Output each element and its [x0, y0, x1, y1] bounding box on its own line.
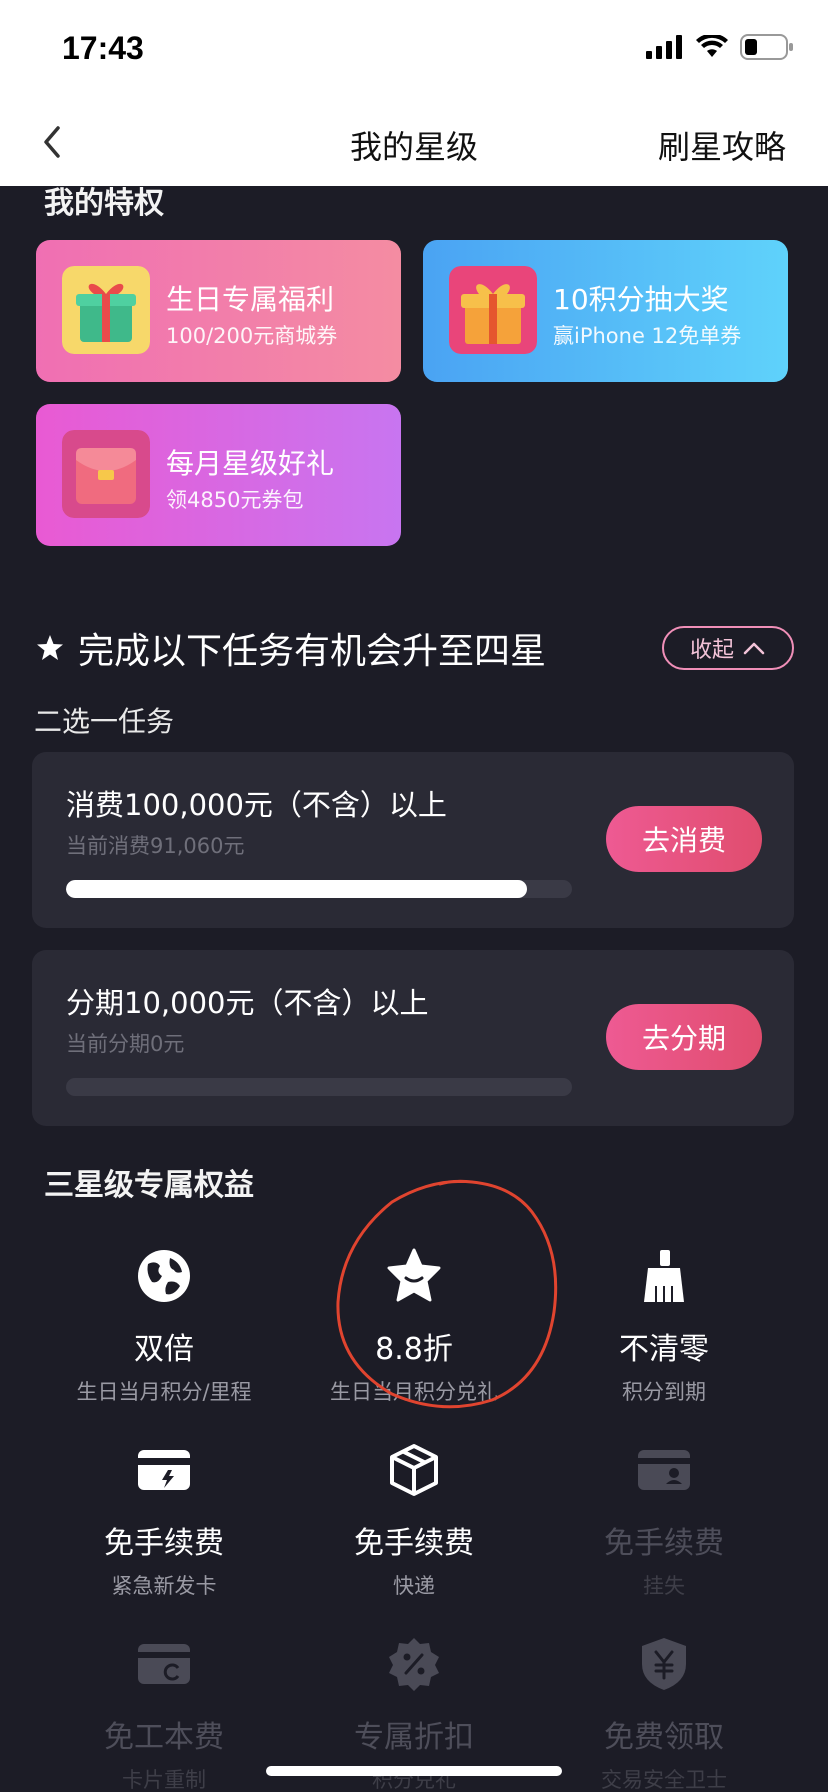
benefit-item[interactable]: 免手续费 紧急新发卡: [34, 1440, 294, 1600]
benefit-desc: 卡片重制: [122, 1768, 206, 1792]
task-progress-bar: [66, 880, 572, 898]
star-icon: [37, 635, 63, 660]
discount-icon: [389, 1638, 439, 1691]
benefit-name: 专属折扣: [354, 1720, 474, 1755]
card-user-icon: [638, 1450, 690, 1490]
benefit-desc: 紧急新发卡: [111, 1574, 217, 1598]
privileges-heading: 我的特权: [44, 186, 164, 221]
benefit-name: 8.8折: [375, 1332, 453, 1367]
card-refresh-icon: [138, 1644, 190, 1684]
benefit-item[interactable]: 免手续费 挂失: [534, 1440, 794, 1600]
task-condition: 消费100,000元（不含）以上: [66, 788, 447, 822]
benefit-desc: 挂失: [643, 1574, 685, 1598]
benefit-item[interactable]: 不清零 积分到期: [534, 1246, 794, 1406]
status-time: 17:43: [62, 30, 144, 66]
collapse-label: 收起: [689, 638, 734, 663]
benefit-name: 双倍: [134, 1332, 194, 1367]
signal-icon: [646, 35, 682, 59]
benefits-heading: 三星级专属权益: [44, 1168, 254, 1203]
home-indicator: [266, 1766, 562, 1776]
task-card: 分期10,000元（不含）以上 当前分期0元 去分期: [32, 950, 794, 1126]
chevron-up-icon: [743, 642, 765, 655]
collapse-button[interactable]: 收起: [662, 626, 794, 670]
benefit-name: 免手续费: [104, 1526, 224, 1561]
task-heading-row: 完成以下任务有机会升至四星: [36, 622, 546, 674]
task-card: 消费100,000元（不含）以上 当前消费91,060元 去消费: [32, 752, 794, 928]
privilege-title: 10积分抽大奖: [553, 283, 729, 316]
task-current: 当前分期0元: [66, 1032, 185, 1056]
benefit-name: 免工本费: [104, 1720, 224, 1755]
benefit-name: 免手续费: [604, 1526, 724, 1561]
privilege-card-lottery[interactable]: 10积分抽大奖 赢iPhone 12免单券: [423, 240, 788, 382]
task-group-label: 二选一任务: [34, 705, 175, 738]
go-spend-button[interactable]: 去消费: [606, 806, 762, 872]
benefit-desc: 快递: [393, 1574, 435, 1598]
benefit-desc: 生日当月积分兑礼: [330, 1380, 498, 1404]
wifi-icon: [696, 35, 728, 57]
privilege-subtitle: 赢iPhone 12免单券: [553, 324, 742, 348]
task-progress-fill: [66, 880, 527, 898]
task-condition: 分期10,000元（不含）以上: [66, 986, 429, 1020]
red-envelope-icon: [62, 430, 150, 518]
star-badge-icon: [387, 1248, 441, 1302]
privilege-title: 每月星级好礼: [166, 447, 335, 480]
benefit-name: 不清零: [619, 1332, 709, 1367]
benefit-desc: 生日当月积分/里程: [76, 1380, 252, 1404]
go-installment-button[interactable]: 去分期: [606, 1004, 762, 1070]
benefit-item[interactable]: 双倍 生日当月积分/里程: [34, 1246, 294, 1406]
shield-yen-icon: [642, 1638, 686, 1690]
benefit-desc: 积分到期: [622, 1380, 706, 1404]
task-heading: 完成以下任务有机会升至四星: [78, 631, 547, 672]
benefit-item[interactable]: 8.8折 生日当月积分兑礼: [284, 1246, 544, 1406]
star-guide-link[interactable]: 刷星攻略: [658, 122, 786, 168]
benefit-item[interactable]: 免工本费 卡片重制: [34, 1634, 294, 1792]
gift-icon: [62, 266, 150, 354]
privilege-subtitle: 100/200元商城券: [166, 324, 338, 348]
giftbox-icon: [449, 266, 537, 354]
package-icon: [390, 1444, 438, 1496]
globe-icon: [138, 1250, 190, 1302]
nav-bar: 我的星级 刷星攻略: [0, 100, 828, 186]
benefit-name: 免费领取: [604, 1720, 724, 1755]
broom-icon: [644, 1250, 684, 1302]
privilege-title: 生日专属福利: [166, 283, 335, 316]
privilege-subtitle: 领4850元券包: [166, 488, 304, 512]
benefit-item[interactable]: 免费领取 交易安全卫士: [534, 1634, 794, 1792]
benefit-name: 免手续费: [354, 1526, 474, 1561]
card-flash-icon: [138, 1450, 190, 1490]
task-current: 当前消费91,060元: [66, 834, 245, 858]
task-progress-bar: [66, 1078, 572, 1096]
battery-icon: [740, 34, 793, 60]
privilege-card-birthday[interactable]: 生日专属福利 100/200元商城券: [36, 240, 401, 382]
privilege-card-monthly[interactable]: 每月星级好礼 领4850元券包: [36, 404, 401, 546]
benefit-item[interactable]: 免手续费 快递: [284, 1440, 544, 1600]
benefit-desc: 交易安全卫士: [601, 1768, 727, 1792]
status-bar: 17:43: [0, 0, 828, 100]
